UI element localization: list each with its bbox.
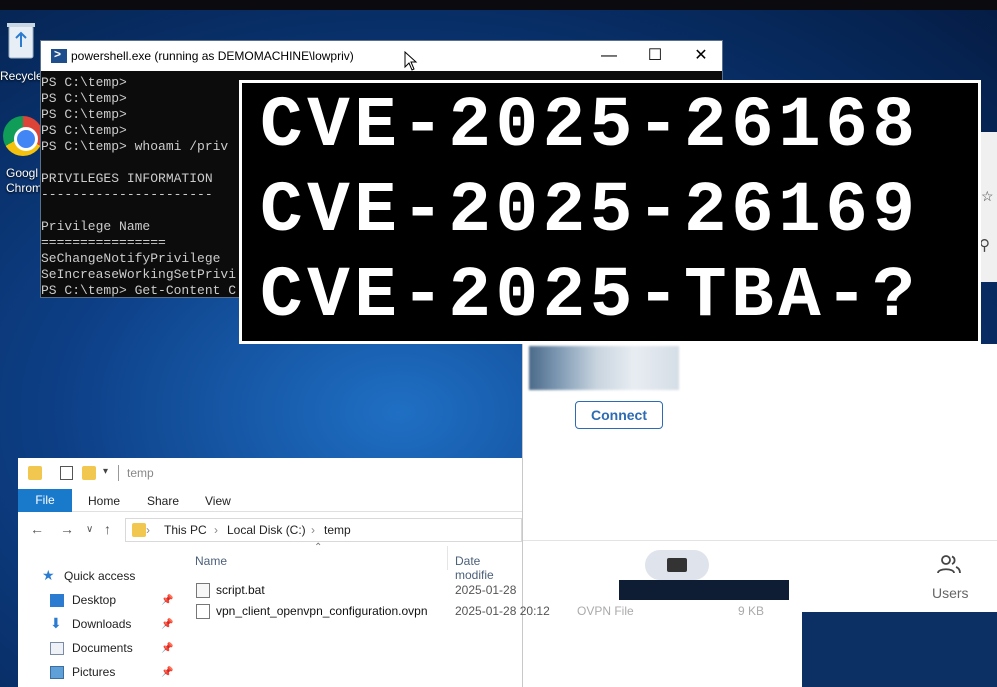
pin-icon[interactable]: 📌 <box>161 595 173 606</box>
star-icon: ☆ <box>981 188 994 204</box>
sidebar-item-label: Pictures <box>72 665 116 679</box>
mouse-cursor-icon <box>404 51 418 71</box>
batch-file-icon <box>196 583 210 598</box>
nav-connections-tab[interactable] <box>645 550 709 580</box>
file-explorer-window[interactable]: ▾ temp File Home Share View ← → ∨ ↑ › Th… <box>18 458 550 687</box>
console-line: Privilege Name <box>41 219 151 234</box>
ovpn-file-icon <box>196 604 210 619</box>
ghost-file-type: OVPN File <box>577 604 634 618</box>
file-date: 2025-01-28 20:12 <box>455 604 550 618</box>
chevron-right-icon[interactable]: › <box>214 523 218 537</box>
recent-dropdown-icon[interactable]: ∨ <box>86 524 93 535</box>
desktop-icon <box>50 594 64 607</box>
folder-icon <box>132 523 146 537</box>
new-folder-icon[interactable] <box>82 466 96 480</box>
pin-icon[interactable]: 📌 <box>161 667 173 678</box>
cve-line-3: CVE-2025-TBA-? <box>260 257 920 337</box>
address-bar[interactable]: › This PC › Local Disk (C:) › temp <box>125 518 522 542</box>
console-line: PRIVILEGES INFORMATION <box>41 171 213 186</box>
address-bar-row: ← → ∨ ↑ › This PC › Local Disk (C:) › te… <box>18 516 522 544</box>
tab-share[interactable]: Share <box>147 494 179 508</box>
properties-icon[interactable] <box>60 466 73 480</box>
powershell-title: powershell.exe (running as DEMOMACHINE\l… <box>71 49 354 63</box>
file-name: script.bat <box>216 583 265 597</box>
explorer-title: temp <box>127 466 154 480</box>
column-header-date[interactable]: Date modifie <box>455 554 522 582</box>
desktop-background-corner <box>802 612 997 687</box>
console-line: PS C:\temp> <box>41 91 127 106</box>
pin-icon[interactable]: 📌 <box>161 619 173 630</box>
sidebar-item-label: Documents <box>72 641 133 655</box>
folder-icon <box>28 466 42 480</box>
chevron-right-icon[interactable]: › <box>146 523 150 537</box>
console-line: SeIncreaseWorkingSetPrivi <box>41 267 237 282</box>
blurred-profile-image <box>529 346 679 390</box>
back-icon[interactable]: ← <box>30 521 44 537</box>
sort-ascending-icon: ⌃ <box>314 542 323 553</box>
cve-line-1: CVE-2025-26168 <box>260 87 920 167</box>
chrome-label-line2: Chrom <box>6 181 43 195</box>
sidebar-item-label: Downloads <box>72 617 132 631</box>
users-icon[interactable] <box>937 554 961 574</box>
file-name: vpn_client_openvpn_configuration.ovpn <box>216 604 428 618</box>
chrome-label: Googl Chrom <box>6 166 42 196</box>
powershell-icon <box>51 47 67 63</box>
powershell-console[interactable]: PS C:\temp> PS C:\temp> PS C:\temp> PS C… <box>41 75 236 299</box>
chrome-shortcut[interactable]: Googl Chrom <box>0 112 44 202</box>
users-tab-label[interactable]: Users <box>932 585 969 601</box>
file-date: 2025-01-28 <box>455 583 517 597</box>
connect-button[interactable]: Connect <box>575 401 663 429</box>
chevron-right-icon[interactable]: › <box>311 523 315 537</box>
redaction-bar <box>619 580 789 600</box>
ribbon-tabs: File Home Share View <box>18 488 522 512</box>
documents-icon <box>50 642 64 655</box>
console-line: PS C:\temp> <box>41 75 127 90</box>
nav-divider <box>523 540 997 541</box>
cve-overlay-banner: CVE-2025-26168 CVE-2025-26169 CVE-2025-T… <box>239 80 981 344</box>
column-separator[interactable] <box>447 546 448 570</box>
explorer-titlebar[interactable]: ▾ temp <box>18 458 522 488</box>
console-line: PS C:\temp> <box>41 123 127 138</box>
console-line: ---------------------- <box>41 187 213 202</box>
console-line: PS C:\temp> Get-Content C <box>41 283 237 298</box>
recycle-bin-shortcut[interactable]: Recycle <box>0 14 44 84</box>
tab-view[interactable]: View <box>205 494 231 508</box>
tab-file[interactable]: File <box>18 489 72 512</box>
sidebar-item-label: Desktop <box>72 593 117 607</box>
connections-icon <box>667 558 687 572</box>
forward-icon[interactable]: → <box>60 521 74 537</box>
breadcrumb-this-pc[interactable]: This PC <box>164 523 207 537</box>
console-line: PS C:\temp> <box>41 107 127 122</box>
minimize-button[interactable]: — <box>586 41 632 71</box>
console-line: SeChangeNotifyPrivilege <box>41 251 221 266</box>
recycle-bin-label: Recycle <box>0 69 43 83</box>
sidebar-item-label: Quick access <box>64 569 136 583</box>
breadcrumb-temp[interactable]: temp <box>324 523 351 537</box>
top-dark-strip <box>0 0 997 10</box>
chrome-icon <box>3 116 43 156</box>
title-separator <box>118 465 119 481</box>
console-line: PS C:\temp> whoami /priv <box>41 139 229 154</box>
powershell-titlebar[interactable]: powershell.exe (running as DEMOMACHINE\l… <box>41 41 722 71</box>
download-icon: ⬇ <box>50 615 62 631</box>
pin-icon[interactable]: 📌 <box>161 643 173 654</box>
close-button[interactable]: ✕ <box>678 41 724 71</box>
console-line: ================ <box>41 235 166 250</box>
ghost-file-size: 9 KB <box>738 604 765 618</box>
customize-dropdown-icon[interactable]: ▾ <box>103 466 108 477</box>
chrome-label-line1: Googl <box>6 166 39 180</box>
column-header-name[interactable]: Name <box>195 554 227 568</box>
star-icon: ★ <box>42 567 55 583</box>
up-icon[interactable]: ↑ <box>104 521 111 537</box>
breadcrumb-local-disk[interactable]: Local Disk (C:) <box>227 523 306 537</box>
pictures-icon <box>50 666 64 679</box>
recycle-bin-icon <box>7 23 35 59</box>
maximize-button[interactable]: ☐ <box>632 41 678 71</box>
cve-line-2: CVE-2025-26169 <box>260 172 920 252</box>
tab-home[interactable]: Home <box>88 494 120 508</box>
